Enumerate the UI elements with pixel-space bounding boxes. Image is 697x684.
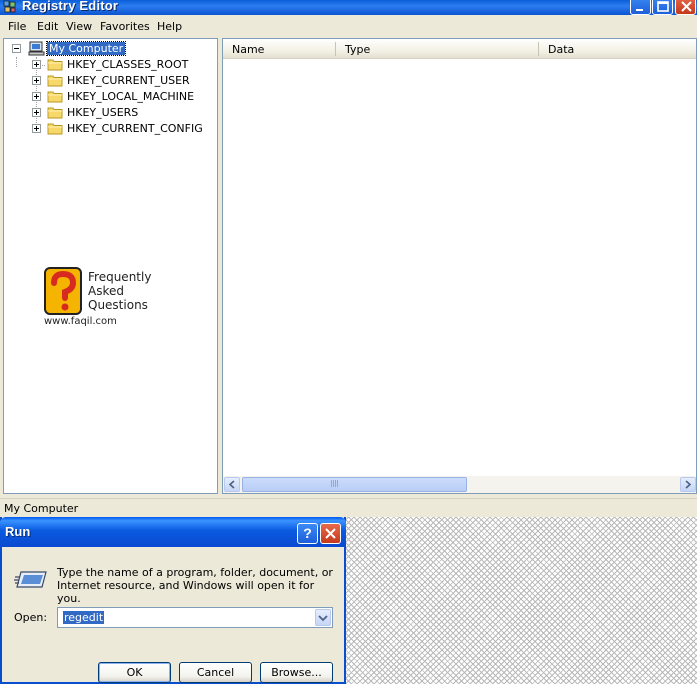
regedit-title: Registry Editor bbox=[22, 0, 119, 13]
close-icon bbox=[325, 528, 336, 539]
menu-help[interactable]: Help bbox=[157, 20, 182, 33]
tree-key-label: HKEY_CLASSES_ROOT bbox=[67, 58, 189, 71]
open-dropdown-button[interactable] bbox=[315, 609, 331, 626]
collapse-toggle-icon[interactable] bbox=[12, 44, 21, 53]
expand-toggle-icon[interactable] bbox=[32, 92, 41, 101]
registry-editor-window: Registry Editor File Edit View Favorites… bbox=[0, 0, 697, 517]
status-text: My Computer bbox=[4, 502, 79, 515]
registry-values-pane[interactable]: Name Type Data bbox=[222, 38, 697, 494]
chevron-left-icon bbox=[228, 480, 235, 489]
open-label: Open: bbox=[14, 611, 48, 624]
folder-icon bbox=[47, 107, 63, 119]
chevron-right-icon bbox=[685, 480, 692, 489]
maximize-icon bbox=[657, 1, 669, 12]
scroll-grip-icon bbox=[331, 480, 339, 487]
expand-toggle-icon[interactable] bbox=[32, 60, 41, 69]
menu-edit[interactable]: Edit bbox=[37, 20, 58, 33]
folder-icon bbox=[47, 59, 63, 71]
faq-word: Questions bbox=[88, 298, 148, 312]
column-header-label: Type bbox=[345, 43, 371, 56]
column-header-label: Data bbox=[548, 43, 575, 56]
open-input-value[interactable]: regedit bbox=[63, 611, 105, 624]
run-dialog: Run ? Type the name of a program, folder… bbox=[0, 517, 346, 684]
registry-tree-pane[interactable]: My Computer HKEY_CLASSES_ROOT HKEY_CURRE… bbox=[3, 38, 218, 494]
regedit-title-bar[interactable]: Registry Editor bbox=[0, 0, 697, 15]
ok-button[interactable]: OK bbox=[98, 662, 171, 683]
run-title-bar[interactable]: Run ? bbox=[0, 517, 346, 547]
tree-node-hkcr[interactable]: HKEY_CLASSES_ROOT bbox=[4, 57, 214, 73]
run-title: Run bbox=[5, 524, 31, 539]
horizontal-scrollbar[interactable] bbox=[223, 476, 696, 493]
folder-icon bbox=[47, 91, 63, 103]
run-close-button[interactable] bbox=[320, 523, 341, 544]
run-description: Type the name of a program, folder, docu… bbox=[57, 566, 333, 605]
column-header-type[interactable]: Type bbox=[336, 39, 539, 59]
menu-view[interactable]: View bbox=[66, 20, 92, 33]
tree-key-label: HKEY_CURRENT_USER bbox=[67, 74, 190, 87]
tree-key-label: HKEY_USERS bbox=[67, 106, 139, 119]
computer-icon bbox=[28, 41, 45, 56]
expand-toggle-icon[interactable] bbox=[32, 124, 41, 133]
tree-node-hklm[interactable]: HKEY_LOCAL_MACHINE bbox=[4, 89, 214, 105]
column-header-label: Name bbox=[232, 43, 265, 56]
column-header-data[interactable]: Data bbox=[539, 39, 696, 59]
run-icon bbox=[14, 571, 47, 588]
tree-node-hku[interactable]: HKEY_USERS bbox=[4, 105, 214, 121]
tree-key-label: HKEY_CURRENT_CONFIG bbox=[67, 122, 203, 135]
menu-file[interactable]: File bbox=[8, 20, 26, 33]
minimize-icon bbox=[636, 9, 643, 11]
help-button[interactable]: ? bbox=[297, 523, 318, 544]
menu-bar: File Edit View Favorites Help bbox=[0, 17, 697, 37]
faq-url: www.faqil.com bbox=[44, 316, 117, 327]
tree-node-hkcc[interactable]: HKEY_CURRENT_CONFIG bbox=[4, 121, 214, 137]
maximize-button[interactable] bbox=[652, 0, 673, 15]
expand-toggle-icon[interactable] bbox=[32, 108, 41, 117]
tree-key-label: HKEY_LOCAL_MACHINE bbox=[67, 90, 195, 103]
folder-icon bbox=[47, 123, 63, 135]
menu-favorites[interactable]: Favorites bbox=[100, 20, 150, 33]
open-combobox[interactable]: regedit bbox=[57, 607, 333, 628]
folder-icon bbox=[47, 75, 63, 87]
tree-node-hkcu[interactable]: HKEY_CURRENT_USER bbox=[4, 73, 214, 89]
scroll-right-button[interactable] bbox=[680, 477, 696, 492]
scroll-left-button[interactable] bbox=[224, 477, 240, 492]
expand-toggle-icon[interactable] bbox=[32, 76, 41, 85]
faq-word: Frequently bbox=[88, 270, 152, 284]
column-header-name[interactable]: Name bbox=[223, 39, 336, 59]
registry-app-icon bbox=[3, 0, 16, 13]
minimize-button[interactable] bbox=[630, 0, 651, 15]
close-button[interactable] bbox=[675, 0, 696, 15]
browse-button[interactable]: Browse... bbox=[260, 662, 333, 683]
tree-node-my-computer[interactable]: My Computer bbox=[4, 41, 204, 57]
chevron-down-icon bbox=[318, 615, 328, 622]
close-icon bbox=[681, 1, 692, 12]
tree-root-label: My Computer bbox=[45, 41, 127, 56]
faq-logo: Frequently Asked Questions www.faqil.com bbox=[44, 267, 156, 329]
faq-word: Asked bbox=[88, 284, 124, 298]
help-icon: ? bbox=[303, 525, 312, 541]
scroll-thumb[interactable] bbox=[242, 477, 467, 492]
cancel-button[interactable]: Cancel bbox=[179, 662, 252, 683]
status-bar: My Computer bbox=[0, 498, 697, 517]
faq-question-icon bbox=[44, 267, 82, 315]
